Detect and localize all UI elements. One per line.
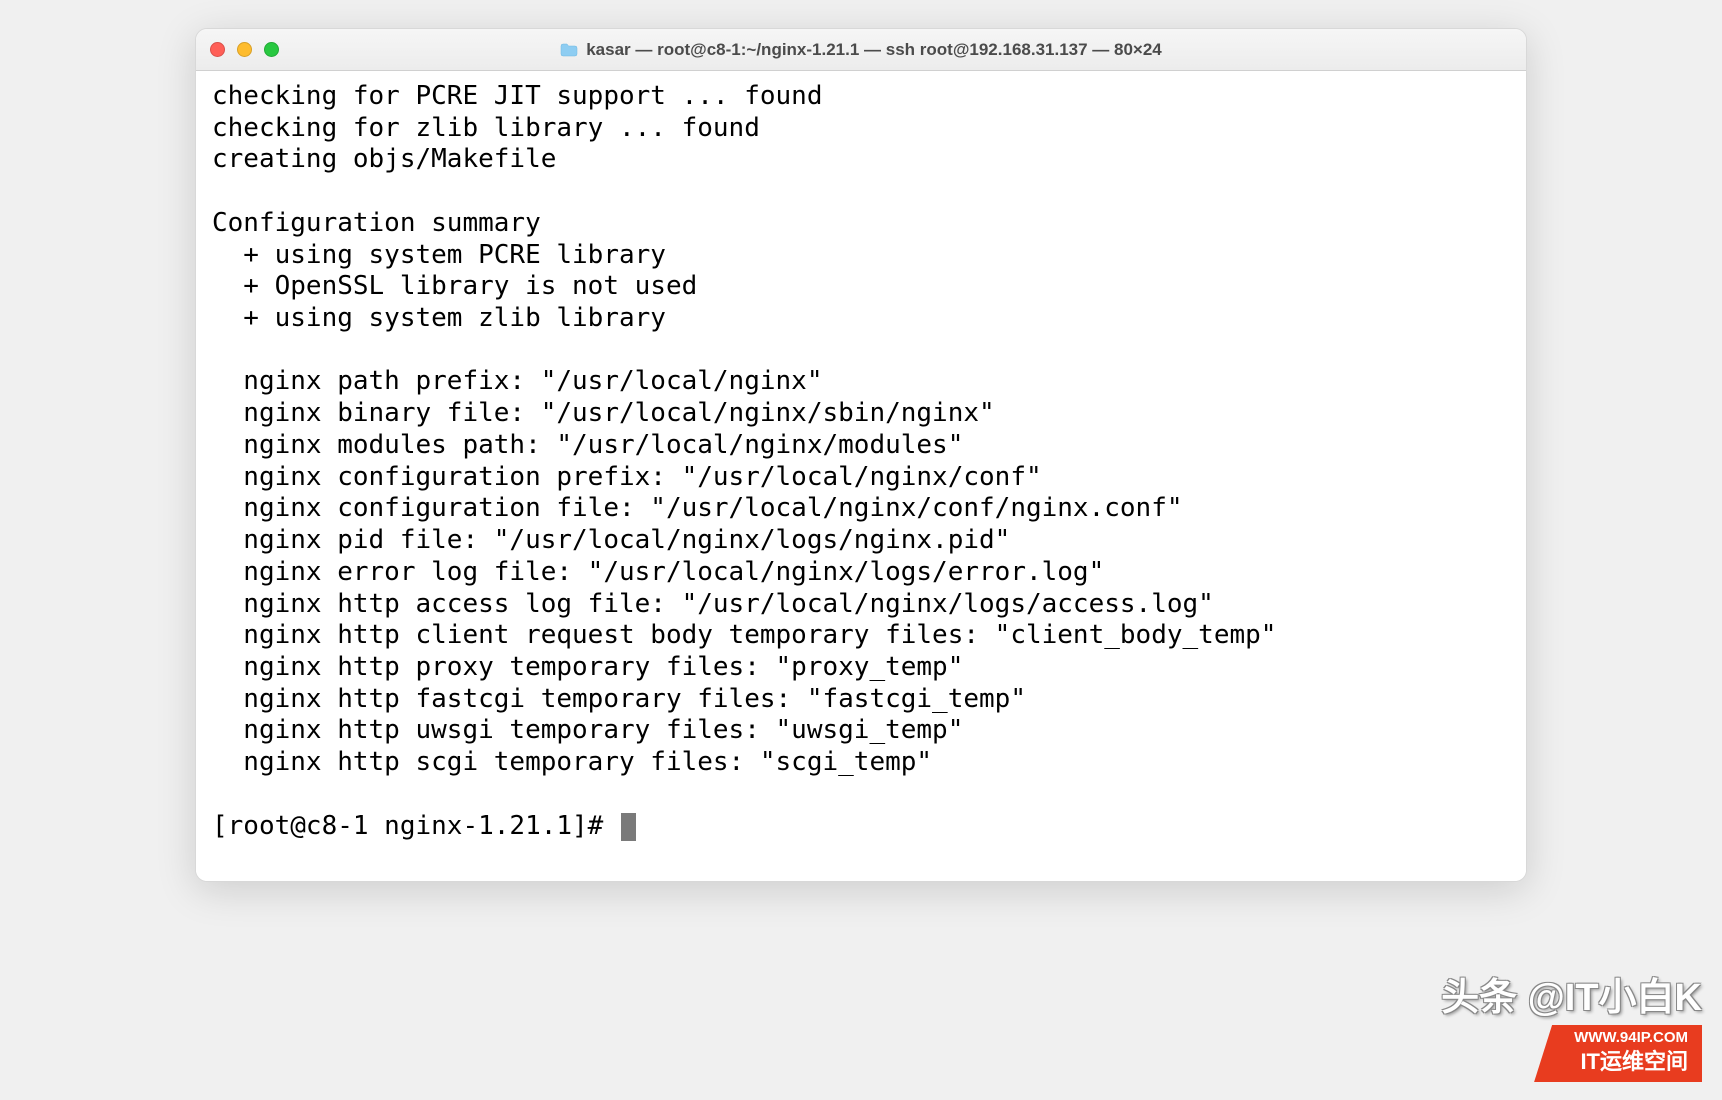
window-title-area: kasar — root@c8-1:~/nginx-1.21.1 — ssh r…: [196, 40, 1526, 60]
terminal-output[interactable]: checking for PCRE JIT support ... found …: [196, 71, 1526, 881]
folder-icon: [560, 43, 578, 57]
watermark: 头条 @IT小白K WWW.94IP.COM IT运维空间: [1441, 966, 1702, 1082]
watermark-site: IT运维空间: [1580, 1049, 1688, 1074]
watermark-url: WWW.94IP.COM: [1574, 1029, 1688, 1046]
watermark-badge: WWW.94IP.COM IT运维空间: [1534, 1025, 1702, 1082]
cursor: [621, 813, 636, 841]
terminal-window: kasar — root@c8-1:~/nginx-1.21.1 — ssh r…: [195, 28, 1527, 882]
minimize-button[interactable]: [237, 42, 252, 57]
window-title: kasar — root@c8-1:~/nginx-1.21.1 — ssh r…: [586, 40, 1162, 60]
traffic-lights: [210, 42, 279, 57]
maximize-button[interactable]: [264, 42, 279, 57]
shell-prompt: [root@c8-1 nginx-1.21.1]#: [212, 811, 619, 841]
watermark-author: 头条 @IT小白K: [1441, 966, 1702, 1021]
titlebar[interactable]: kasar — root@c8-1:~/nginx-1.21.1 — ssh r…: [196, 29, 1526, 71]
terminal-lines: checking for PCRE JIT support ... found …: [212, 81, 1276, 777]
close-button[interactable]: [210, 42, 225, 57]
